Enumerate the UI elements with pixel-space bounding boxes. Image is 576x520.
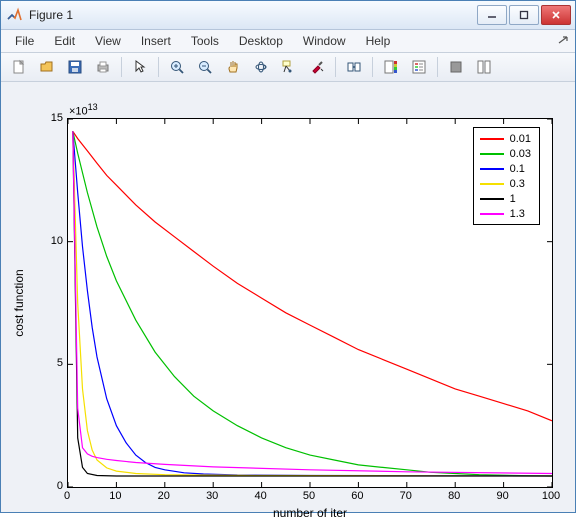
x-tick-label: 80: [448, 490, 460, 502]
legend-label: 0.3: [510, 178, 525, 190]
menu-file[interactable]: File: [5, 32, 44, 50]
x-tick-label: 40: [254, 490, 266, 502]
y-axis-exponent: ×1013: [69, 102, 98, 118]
matlab-icon: [7, 7, 23, 23]
legend-label: 0.1: [510, 163, 525, 175]
data-cursor-icon[interactable]: [276, 55, 302, 79]
x-tick-label: 10: [109, 490, 121, 502]
legend-entry: 0.3: [480, 176, 531, 191]
figure-window: Figure 1 File Edit View Insert Tools Des…: [0, 0, 576, 513]
pan-icon[interactable]: [220, 55, 246, 79]
figure-canvas[interactable]: ×1013 0.01 0.03 0.1 0.3 1 1.3: [1, 82, 575, 512]
y-tick-label: 5: [9, 357, 63, 369]
y-tick-label: 15: [9, 112, 63, 124]
menu-window[interactable]: Window: [293, 32, 356, 50]
toolbar-sep: [437, 57, 438, 77]
legend-swatch: [480, 183, 504, 185]
menu-insert[interactable]: Insert: [131, 32, 181, 50]
legend-entry: 1: [480, 191, 531, 206]
zoom-in-icon[interactable]: [164, 55, 190, 79]
axes-container: ×1013 0.01 0.03 0.1 0.3 1 1.3: [9, 90, 567, 504]
legend-label: 0.03: [510, 148, 531, 160]
toolbar-sep: [335, 57, 336, 77]
legend-entry: 1.3: [480, 206, 531, 221]
zoom-out-icon[interactable]: [192, 55, 218, 79]
toolbar-sep: [372, 57, 373, 77]
toolbar-sep: [158, 57, 159, 77]
y-axis-label: cost function: [12, 269, 26, 336]
legend-swatch: [480, 138, 504, 140]
menu-view[interactable]: View: [85, 32, 131, 50]
legend-label: 1.3: [510, 208, 525, 220]
toolbar-sep: [121, 57, 122, 77]
x-tick-label: 100: [542, 490, 560, 502]
open-file-icon[interactable]: [34, 55, 60, 79]
x-tick-label: 70: [400, 490, 412, 502]
legend-swatch: [480, 153, 504, 155]
legend-entry: 0.01: [480, 131, 531, 146]
x-axis-label: number of iter: [273, 506, 347, 520]
legend-swatch: [480, 168, 504, 170]
rotate-3d-icon[interactable]: [248, 55, 274, 79]
x-tick-label: 60: [351, 490, 363, 502]
menu-edit[interactable]: Edit: [44, 32, 85, 50]
maximize-button[interactable]: [509, 5, 539, 25]
axes[interactable]: 0.01 0.03 0.1 0.3 1 1.3: [67, 118, 553, 488]
close-button[interactable]: [541, 5, 571, 25]
legend-swatch: [480, 198, 504, 200]
new-figure-icon[interactable]: [6, 55, 32, 79]
y-tick-label: 10: [9, 235, 63, 247]
y-tick-label: 0: [9, 480, 63, 492]
legend[interactable]: 0.01 0.03 0.1 0.3 1 1.3: [473, 127, 540, 225]
insert-legend-icon[interactable]: [406, 55, 432, 79]
legend-entry: 0.1: [480, 161, 531, 176]
x-tick-label: 20: [158, 490, 170, 502]
print-icon[interactable]: [90, 55, 116, 79]
window-title: Figure 1: [29, 8, 477, 22]
show-plot-tools-icon[interactable]: [471, 55, 497, 79]
link-data-icon[interactable]: [341, 55, 367, 79]
toolbar: [1, 53, 575, 82]
pointer-icon[interactable]: [127, 55, 153, 79]
insert-colorbar-icon[interactable]: [378, 55, 404, 79]
x-tick-label: 30: [206, 490, 218, 502]
titlebar: Figure 1: [1, 1, 575, 30]
x-tick-label: 0: [64, 490, 70, 502]
save-icon[interactable]: [62, 55, 88, 79]
brush-icon[interactable]: [304, 55, 330, 79]
legend-entry: 0.03: [480, 146, 531, 161]
legend-label: 1: [510, 193, 516, 205]
menubar: File Edit View Insert Tools Desktop Wind…: [1, 30, 575, 53]
menu-desktop[interactable]: Desktop: [229, 32, 293, 50]
menu-help[interactable]: Help: [356, 32, 401, 50]
hide-plot-tools-icon[interactable]: [443, 55, 469, 79]
window-controls: [477, 5, 571, 25]
x-tick-label: 90: [496, 490, 508, 502]
x-tick-label: 50: [303, 490, 315, 502]
dock-icon[interactable]: [555, 34, 571, 48]
minimize-button[interactable]: [477, 5, 507, 25]
menu-tools[interactable]: Tools: [181, 32, 229, 50]
legend-swatch: [480, 213, 504, 215]
legend-label: 0.01: [510, 133, 531, 145]
